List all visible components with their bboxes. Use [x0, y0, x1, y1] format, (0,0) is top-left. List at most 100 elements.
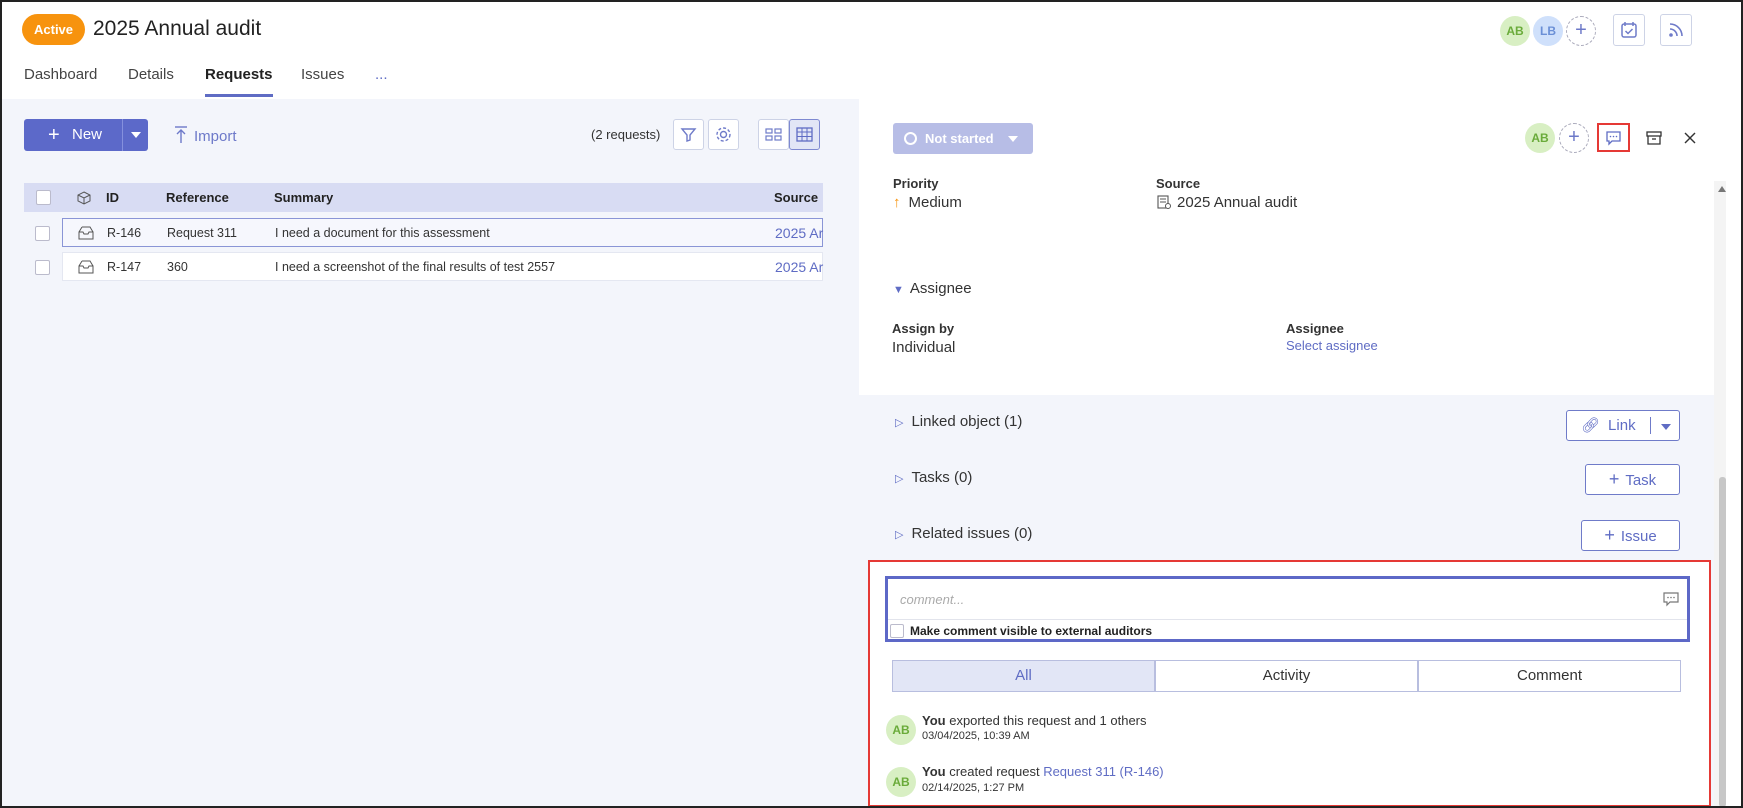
chevron-down-icon[interactable]: [1659, 422, 1673, 432]
audit-document-icon: [1157, 195, 1171, 209]
page-title: 2025 Annual audit: [93, 17, 262, 40]
cube-icon: [77, 191, 91, 205]
cell-reference: 360: [167, 260, 188, 274]
rss-icon: [1669, 23, 1683, 37]
filter-all-tab[interactable]: All: [892, 660, 1155, 692]
chevron-down-icon: [131, 132, 141, 138]
add-issue-button[interactable]: + Issue: [1581, 520, 1680, 551]
archive-button[interactable]: [1641, 125, 1667, 151]
assignee-label: Assignee: [1286, 321, 1344, 336]
cell-id: R-147: [107, 260, 142, 274]
detail-toolbar: Not started AB +: [859, 99, 1741, 181]
link-button[interactable]: 🔗︎ Link: [1581, 411, 1636, 440]
activity-item-date: 03/04/2025, 10:39 AM: [922, 730, 1030, 742]
tab-dashboard[interactable]: Dashboard: [24, 66, 97, 83]
arrow-up-icon: ↑: [893, 194, 901, 211]
add-task-button[interactable]: + Task: [1585, 464, 1680, 495]
avatar[interactable]: AB: [1525, 123, 1555, 153]
gear-icon: [716, 127, 731, 142]
new-button[interactable]: + New: [24, 119, 121, 151]
table-view-button[interactable]: [789, 119, 820, 150]
column-header-id[interactable]: ID: [106, 183, 119, 212]
assign-by-value[interactable]: Individual: [892, 339, 955, 356]
status-circle-icon: [904, 132, 917, 145]
rss-button[interactable]: [1660, 14, 1692, 46]
assignee-section-toggle[interactable]: ▼ Assignee: [893, 280, 972, 297]
linked-object-toggle[interactable]: ▷ Linked object (1): [895, 413, 1022, 430]
table-row[interactable]: R-147 360 I need a screenshot of the fin…: [62, 252, 823, 281]
select-assignee-link[interactable]: Select assignee: [1286, 338, 1378, 353]
plus-icon: +: [1608, 469, 1620, 489]
add-follower-button[interactable]: +: [1559, 123, 1589, 153]
card-view-icon: [765, 128, 782, 141]
row-checkbox[interactable]: [35, 226, 50, 241]
avatar: AB: [886, 767, 916, 797]
filter-icon: [680, 128, 697, 142]
activity-item-text: You created request Request 311 (R-146): [922, 764, 1164, 779]
tab-more[interactable]: ...: [375, 66, 388, 83]
caret-right-icon: ▷: [895, 417, 904, 429]
link-icon: 🔗︎: [1581, 417, 1601, 434]
scroll-up-arrow-icon[interactable]: [1717, 185, 1727, 193]
related-issues-toggle[interactable]: ▷ Related issues (0): [895, 525, 1032, 542]
comment-composer: Make comment visible to external auditor…: [885, 576, 1690, 642]
tasks-toggle[interactable]: ▷ Tasks (0): [895, 469, 972, 486]
column-header-reference[interactable]: Reference: [166, 183, 229, 212]
cell-id: R-146: [107, 226, 142, 240]
filter-comment-tab[interactable]: Comment: [1418, 660, 1681, 692]
request-link[interactable]: Request 311 (R-146): [1043, 764, 1163, 779]
tab-requests[interactable]: Requests: [205, 66, 273, 97]
archive-icon: [1646, 131, 1662, 145]
request-icon: [78, 260, 94, 274]
column-header-summary[interactable]: Summary: [274, 183, 333, 212]
caret-right-icon: ▷: [895, 473, 904, 485]
import-button[interactable]: Import: [174, 126, 237, 145]
comment-icon: [1606, 131, 1621, 146]
source-link[interactable]: 2025 Annual audit: [1156, 194, 1297, 211]
tab-details[interactable]: Details: [128, 66, 174, 83]
new-dropdown-button[interactable]: [122, 119, 148, 151]
cell-source-link[interactable]: 2025 Ar: [775, 219, 823, 248]
priority-value[interactable]: ↑ Medium: [893, 194, 962, 211]
column-header-source[interactable]: Source: [774, 183, 818, 212]
row-checkbox[interactable]: [35, 260, 50, 275]
table-row[interactable]: R-146 Request 311 I need a document for …: [62, 218, 823, 247]
calendar-button[interactable]: [1613, 14, 1645, 46]
external-visibility-checkbox[interactable]: [890, 624, 904, 638]
avatar[interactable]: LB: [1533, 16, 1563, 46]
request-detail-panel: Not started AB + Priority ↑ Medium Sourc…: [859, 99, 1741, 806]
avatar: AB: [886, 715, 916, 745]
source-label: Source: [1156, 176, 1201, 191]
add-member-button[interactable]: +: [1566, 16, 1596, 46]
settings-button[interactable]: [708, 119, 739, 150]
scrollbar-thumb[interactable]: [1719, 477, 1726, 806]
table-view-icon: [796, 127, 813, 142]
comments-button[interactable]: [1597, 123, 1630, 152]
new-button-group: + New: [24, 119, 148, 151]
avatar[interactable]: AB: [1500, 16, 1530, 46]
comment-icon[interactable]: [1662, 591, 1680, 607]
activity-item-text: You exported this request and 1 others: [922, 713, 1147, 728]
link-button-group: 🔗︎ Link: [1566, 410, 1680, 441]
cell-source-link[interactable]: 2025 Ar: [775, 253, 823, 282]
assign-by-label: Assign by: [892, 321, 955, 336]
filter-activity-tab[interactable]: Activity: [1155, 660, 1418, 692]
calendar-check-icon: [1621, 22, 1637, 38]
app-window: Active 2025 Annual audit Dashboard Detai…: [0, 0, 1743, 808]
status-dropdown[interactable]: Not started: [893, 123, 1033, 154]
cell-summary: I need a document for this assessment: [275, 226, 490, 240]
card-view-button[interactable]: [758, 119, 789, 150]
tab-issues[interactable]: Issues: [301, 66, 344, 83]
plus-icon: +: [1604, 525, 1615, 545]
filter-button[interactable]: [673, 119, 704, 150]
close-button[interactable]: [1677, 125, 1703, 151]
status-badge: Active: [22, 14, 86, 45]
select-all-checkbox[interactable]: [36, 190, 51, 205]
caret-down-icon: ▼: [893, 284, 904, 296]
request-count: (2 requests): [591, 127, 661, 142]
close-icon: [1684, 132, 1696, 144]
comment-input[interactable]: [900, 589, 1640, 609]
activity-item-date: 02/14/2025, 1:27 PM: [922, 782, 1025, 794]
upload-icon: [175, 126, 187, 143]
caret-right-icon: ▷: [895, 529, 904, 541]
